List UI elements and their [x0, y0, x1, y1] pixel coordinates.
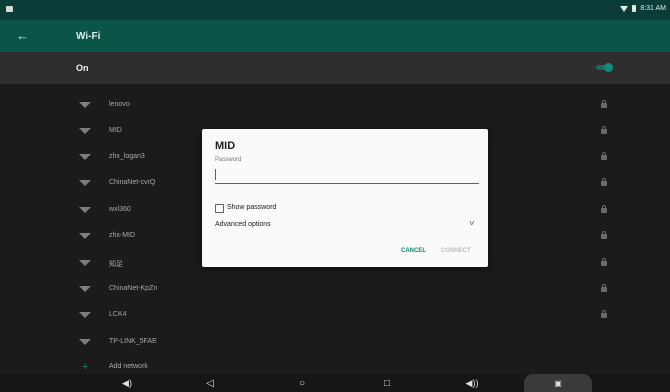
network-name: ChinaNet-cvrQ: [109, 179, 156, 186]
network-name: MID: [109, 127, 122, 134]
password-label: Password: [215, 157, 242, 163]
lock-icon: [601, 152, 607, 160]
screenshot-icon: ▣: [554, 379, 562, 388]
network-name: 知足: [109, 261, 123, 268]
wifi-signal-icon: [79, 154, 91, 160]
network-name: lenovo: [109, 101, 130, 108]
recents-icon[interactable]: □: [379, 377, 395, 390]
network-name: wxl360: [109, 206, 131, 213]
list-item[interactable]: LCK4: [0, 302, 670, 328]
wifi-master-switch-label: On: [76, 63, 89, 73]
app-bar: ← Wi-Fi: [0, 20, 670, 52]
network-name: TP-LINK_5FAE: [109, 338, 157, 345]
network-name: ChinaNet-KpZn: [109, 285, 158, 292]
add-network-label: Add network: [109, 363, 148, 370]
network-name: LCK4: [109, 311, 127, 318]
wifi-signal-icon: [79, 260, 91, 266]
wifi-signal-icon: [79, 233, 91, 239]
volume-up-icon[interactable]: ◀)): [464, 377, 480, 390]
network-name: zhx-MID: [109, 232, 136, 239]
volume-down-icon[interactable]: ◀): [119, 377, 135, 390]
network-name: zhx_logan3: [109, 153, 145, 160]
dialog-title: MID: [215, 140, 236, 152]
list-item[interactable]: lenovo: [0, 92, 670, 118]
wifi-master-switch-row[interactable]: On: [0, 52, 670, 84]
lock-icon: [601, 100, 607, 108]
battery-icon: [632, 5, 637, 12]
screenshot-icon: [6, 6, 13, 12]
wifi-signal-icon: [79, 128, 91, 134]
cancel-button[interactable]: CANCEL: [401, 248, 426, 254]
wifi-toggle[interactable]: [596, 63, 614, 72]
arrow-back-icon[interactable]: ←: [16, 28, 29, 44]
wifi-signal-icon: [79, 339, 91, 345]
lock-icon: [601, 310, 607, 318]
advanced-options-label[interactable]: Advanced options: [215, 221, 271, 228]
wifi-signal-icon: [79, 312, 91, 318]
screenshot-button[interactable]: ▣: [524, 374, 592, 392]
show-password-checkbox[interactable]: [215, 204, 224, 213]
wifi-signal-icon: [79, 207, 91, 213]
chevron-down-icon[interactable]: v: [469, 220, 474, 227]
wifi-signal-icon: [79, 180, 91, 186]
lock-icon: [601, 178, 607, 186]
status-bar: 8:31 AM: [0, 0, 670, 20]
lock-icon: [601, 126, 607, 134]
toggle-thumb: [604, 63, 613, 72]
plus-icon: +: [82, 361, 89, 373]
lock-icon: [601, 231, 607, 239]
list-item[interactable]: ChinaNet-KpZn: [0, 276, 670, 302]
connect-button[interactable]: CONNECT: [441, 248, 471, 254]
lock-icon: [601, 205, 607, 213]
show-password-label[interactable]: Show password: [227, 204, 276, 211]
back-icon[interactable]: ◁: [202, 377, 218, 390]
home-icon[interactable]: ○: [294, 377, 310, 390]
password-input[interactable]: [215, 167, 479, 184]
list-item[interactable]: TP-LINK_5FAE: [0, 329, 670, 355]
status-time: 8:31 AM: [640, 5, 666, 12]
wifi-signal-icon: [79, 102, 91, 108]
wifi-signal-icon: [79, 286, 91, 292]
lock-icon: [601, 258, 607, 266]
page-title: Wi-Fi: [76, 31, 101, 42]
wifi-password-dialog: MID Password Show password Advanced opti…: [202, 129, 488, 267]
text-cursor: [215, 169, 216, 180]
lock-icon: [601, 284, 607, 292]
wifi-status-icon: [620, 5, 629, 12]
